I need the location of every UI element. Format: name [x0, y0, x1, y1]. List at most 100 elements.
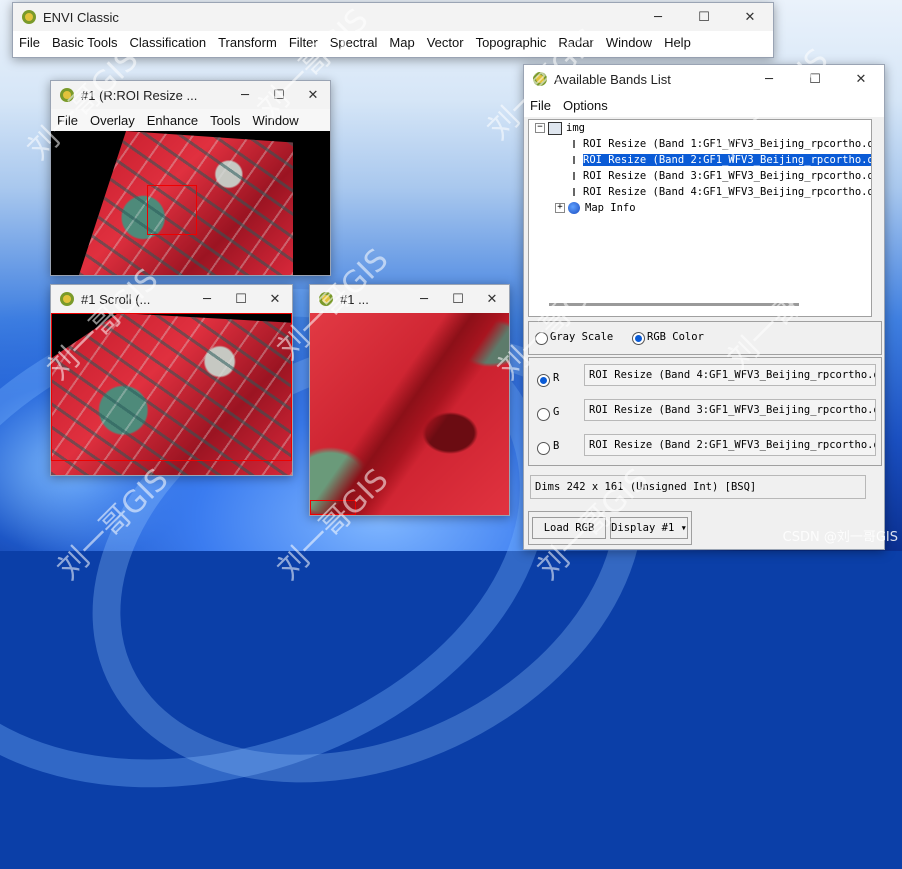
channel-b-label: B [553, 440, 560, 452]
horizontal-scrollbar[interactable] [549, 303, 799, 306]
maximize-icon[interactable]: ☐ [262, 81, 296, 109]
menu-window[interactable]: Window [246, 113, 304, 128]
scroll-window-title: #1 Scroll (... [81, 291, 151, 307]
zoom-box[interactable] [147, 185, 197, 235]
band-label: ROI Resize (Band 3:GF1_WFV3_Beijing_rpco… [583, 170, 872, 182]
menu-map[interactable]: Map [383, 35, 420, 50]
main-window-title: ENVI Classic [43, 9, 119, 25]
menu-basic-tools[interactable]: Basic Tools [46, 35, 124, 50]
close-icon[interactable]: ✕ [838, 65, 884, 93]
collapse-icon[interactable]: − [535, 123, 545, 133]
zoomed-satellite-image [310, 313, 509, 515]
image-window-menubar: File Overlay Enhance Tools Window [51, 109, 330, 131]
close-icon[interactable]: ✕ [727, 3, 773, 31]
minimize-icon[interactable]: ─ [746, 65, 792, 93]
band-label: ROI Resize (Band 2:GF1_WFV3_Beijing_rpco… [583, 154, 871, 166]
menu-transform[interactable]: Transform [212, 35, 283, 50]
minimize-icon[interactable]: ─ [635, 3, 681, 31]
menu-classification[interactable]: Classification [123, 35, 212, 50]
display-dropdown-button[interactable]: Display #1 ▾ [610, 517, 688, 539]
scroll-box[interactable] [51, 313, 292, 461]
envi-globe-icon [533, 72, 547, 86]
footer-credit: CSDN @刘一哥GIS [782, 530, 898, 545]
menu-spectral[interactable]: Spectral [324, 35, 384, 50]
main-menubar: File Basic Tools Classification Transfor… [13, 31, 773, 53]
menu-overlay[interactable]: Overlay [84, 113, 141, 128]
scroll-window-titlebar[interactable]: #1 Scroll (... ─ ☐ ✕ [51, 285, 292, 313]
channel-g-field[interactable]: ROI Resize (Band 3:GF1_WFV3_Beijing_rpco… [584, 399, 876, 421]
load-rgb-button[interactable]: Load RGB [532, 517, 606, 539]
band-icon [573, 156, 575, 164]
scroll-window: #1 Scroll (... ─ ☐ ✕ [50, 284, 293, 476]
image-window-title: #1 (R:ROI Resize ... [81, 87, 198, 103]
band-icon [573, 188, 575, 196]
dims-readout: Dims 242 x 161 (Unsigned Int) [BSQ] [530, 475, 866, 499]
minimize-icon[interactable]: ─ [228, 81, 262, 109]
channel-r-field[interactable]: ROI Resize (Band 4:GF1_WFV3_Beijing_rpco… [584, 364, 876, 386]
bands-window-titlebar[interactable]: Available Bands List ─ ☐ ✕ [524, 65, 884, 93]
channel-b-field[interactable]: ROI Resize (Band 2:GF1_WFV3_Beijing_rpco… [584, 434, 876, 456]
tree-root-label: img [566, 122, 585, 134]
scroll-view[interactable] [51, 313, 292, 475]
menu-radar[interactable]: Radar [552, 35, 599, 50]
band-icon [573, 140, 575, 148]
maximize-icon[interactable]: ☐ [224, 285, 258, 313]
minimize-icon[interactable]: ─ [407, 285, 441, 313]
expand-icon[interactable]: + [555, 203, 565, 213]
envi-globe-icon [22, 10, 36, 24]
zoom-window-title: #1 ... [340, 291, 369, 307]
rgb-color-label: RGB Color [647, 331, 704, 343]
close-icon[interactable]: ✕ [258, 285, 292, 313]
close-icon[interactable]: ✕ [296, 81, 330, 109]
band-item-selected[interactable]: ROI Resize (Band 2:GF1_WFV3_Beijing_rpco… [529, 152, 871, 168]
tree-root[interactable]: − img [529, 120, 871, 136]
rgb-channel-panel: R ROI Resize (Band 4:GF1_WFV3_Beijing_rp… [528, 357, 882, 466]
menu-help[interactable]: Help [658, 35, 697, 50]
band-item[interactable]: ROI Resize (Band 3:GF1_WFV3_Beijing_rpco… [529, 168, 871, 184]
maximize-icon[interactable]: ☐ [792, 65, 838, 93]
band-item[interactable]: ROI Resize (Band 4:GF1_WFV3_Beijing_rpco… [529, 184, 871, 200]
image-window-titlebar[interactable]: #1 (R:ROI Resize ... ─ ☐ ✕ [51, 81, 330, 109]
map-info-item[interactable]: + Map Info [529, 200, 871, 216]
maximize-icon[interactable]: ☐ [681, 3, 727, 31]
gray-scale-label: Gray Scale [550, 331, 614, 343]
menu-file[interactable]: File [13, 35, 46, 50]
maximize-icon[interactable]: ☐ [441, 285, 475, 313]
gray-scale-radio[interactable] [535, 332, 548, 345]
main-titlebar[interactable]: ENVI Classic ─ ☐ ✕ [13, 3, 773, 31]
zoom-view[interactable] [310, 313, 509, 515]
band-tree[interactable]: − img ROI Resize (Band 1:GF1_WFV3_Beijin… [528, 119, 872, 317]
channel-r-radio[interactable] [537, 374, 550, 387]
zoom-control-boxes[interactable] [310, 500, 356, 515]
zoom-window-titlebar[interactable]: #1 ... ─ ☐ ✕ [310, 285, 509, 313]
envi-globe-icon [319, 292, 333, 306]
zoom-window: #1 ... ─ ☐ ✕ [309, 284, 510, 516]
file-stack-icon [548, 121, 562, 135]
image-window: #1 (R:ROI Resize ... ─ ☐ ✕ File Overlay … [50, 80, 331, 276]
menu-filter[interactable]: Filter [283, 35, 324, 50]
band-icon [573, 172, 575, 180]
menu-enhance[interactable]: Enhance [141, 113, 204, 128]
globe-icon [568, 202, 580, 214]
menu-file[interactable]: File [524, 98, 557, 113]
menu-vector[interactable]: Vector [421, 35, 470, 50]
minimize-icon[interactable]: ─ [190, 285, 224, 313]
menu-topographic[interactable]: Topographic [470, 35, 553, 50]
close-icon[interactable]: ✕ [475, 285, 509, 313]
bands-window-title: Available Bands List [554, 71, 671, 87]
menu-tools[interactable]: Tools [204, 113, 246, 128]
mode-panel: Gray Scale RGB Color [528, 321, 882, 355]
band-item[interactable]: ROI Resize (Band 1:GF1_WFV3_Beijing_rpco… [529, 136, 871, 152]
available-bands-window: Available Bands List ─ ☐ ✕ File Options … [523, 64, 885, 550]
rgb-color-radio[interactable] [632, 332, 645, 345]
menu-options[interactable]: Options [557, 98, 614, 113]
channel-r-label: R [553, 372, 560, 384]
menu-file[interactable]: File [51, 113, 84, 128]
band-label: ROI Resize (Band 1:GF1_WFV3_Beijing_rpco… [583, 138, 872, 150]
menu-window[interactable]: Window [600, 35, 658, 50]
channel-g-radio[interactable] [537, 408, 550, 421]
channel-b-radio[interactable] [537, 442, 550, 455]
band-label: ROI Resize (Band 4:GF1_WFV3_Beijing_rpco… [583, 186, 872, 198]
envi-main-window: ENVI Classic ─ ☐ ✕ File Basic Tools Clas… [12, 2, 774, 58]
image-view[interactable] [51, 131, 330, 275]
